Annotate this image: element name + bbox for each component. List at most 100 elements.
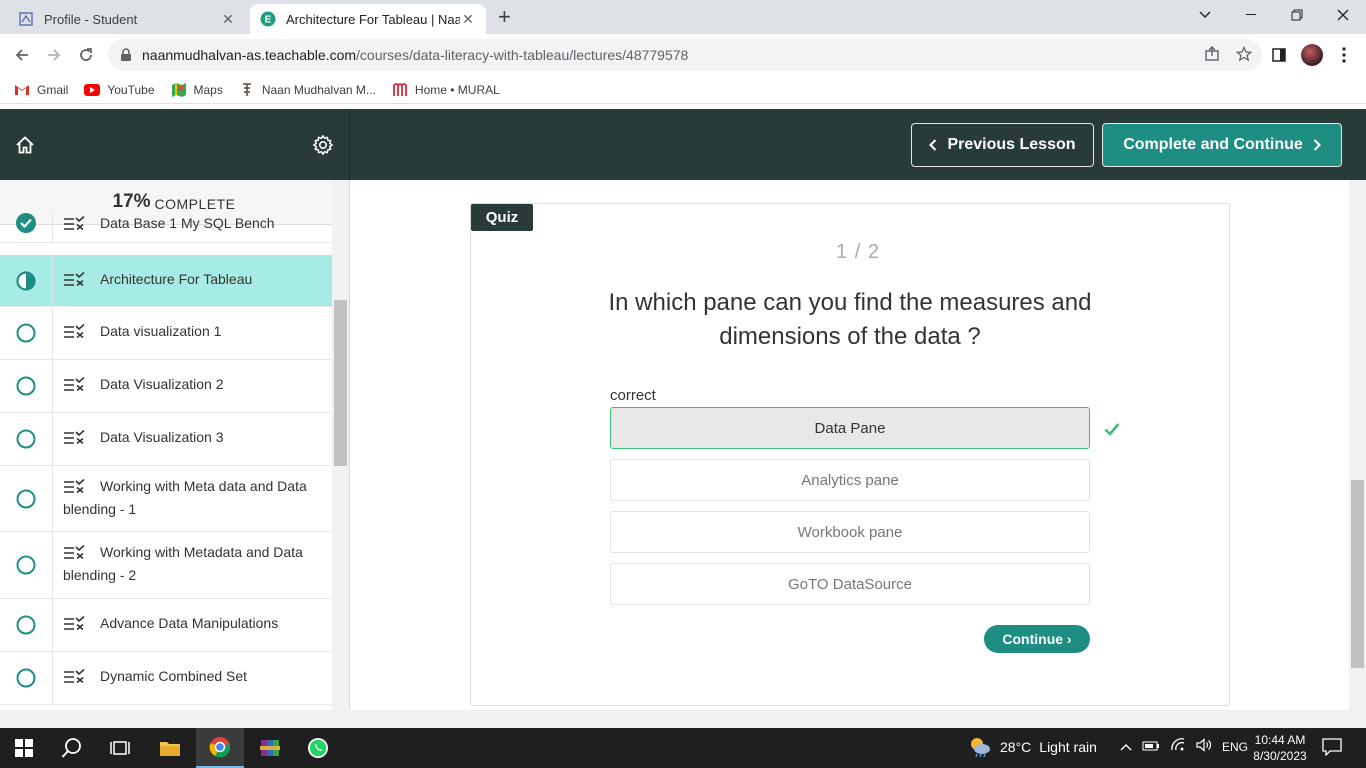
previous-lesson-button[interactable]: Previous Lesson: [911, 123, 1094, 167]
bookmark-youtube[interactable]: YouTube: [84, 82, 155, 98]
whatsapp-icon[interactable]: [294, 728, 342, 768]
forward-button[interactable]: [41, 42, 67, 68]
close-tab-icon[interactable]: ✕: [220, 11, 236, 28]
lesson-item-dynamic-combined-set[interactable]: Dynamic Combined Set: [0, 652, 332, 705]
weather-widget[interactable]: 28°C Light rain: [968, 736, 1097, 758]
bookmark-naan-mudhalvan[interactable]: Naan Mudhalvan M...: [239, 82, 376, 98]
file-explorer-icon[interactable]: [146, 728, 194, 768]
answer-feedback: correct: [610, 387, 656, 404]
taskbar-clock[interactable]: 10:44 AM 8/30/2023: [1248, 732, 1312, 764]
temperature: 28°C: [1000, 739, 1032, 755]
bookmark-star-icon[interactable]: [1235, 45, 1253, 67]
menu-kebab-icon[interactable]: [1331, 42, 1357, 68]
windows-start-icon[interactable]: [0, 728, 48, 768]
minimize-button[interactable]: [1228, 0, 1274, 30]
sidebar-scrollbar-thumb[interactable]: [334, 300, 347, 466]
quiz-icon: [64, 324, 85, 338]
lesson-item-data-visualization-3[interactable]: Data Visualization 3: [0, 413, 332, 466]
bookmark-label: YouTube: [107, 82, 155, 97]
tab-title: Architecture For Tableau | NaanMudhalvan: [286, 11, 460, 27]
back-button[interactable]: [9, 42, 35, 68]
lesson-item-advance-data-manipulations[interactable]: Advance Data Manipulations: [0, 599, 332, 652]
bookmark-label: Gmail: [37, 82, 69, 97]
close-window-button[interactable]: [1320, 0, 1366, 30]
lesson-item-data-base-1[interactable]: Data Base 1 My SQL Bench: [0, 213, 332, 243]
not-started-circle-icon: [16, 489, 36, 509]
in-progress-half-circle-icon: [16, 271, 36, 291]
quiz-icon: [64, 216, 85, 230]
clock-date: 8/30/2023: [1253, 749, 1307, 763]
question-counter: 1 / 2: [836, 241, 880, 263]
not-started-circle-icon: [16, 668, 36, 688]
previous-lesson-label: Previous Lesson: [947, 136, 1076, 153]
share-icon[interactable]: [1204, 46, 1220, 67]
lesson-title: Data Base 1 My SQL Bench: [100, 215, 275, 231]
question-text: In which pane can you find the measures …: [608, 289, 1092, 350]
search-icon[interactable]: [48, 728, 96, 768]
complete-and-continue-button[interactable]: Complete and Continue: [1102, 123, 1342, 167]
complete-and-continue-label: Complete and Continue: [1123, 136, 1303, 153]
lesson-item-data-visualization-2[interactable]: Data Visualization 2: [0, 360, 332, 413]
horizontal-scrollbar[interactable]: [0, 710, 1366, 728]
bookmark-label: Maps: [193, 82, 223, 97]
wifi-icon[interactable]: [1170, 738, 1186, 755]
gear-icon[interactable]: [312, 134, 334, 156]
clock-time: 10:44 AM: [1254, 733, 1306, 747]
browser-toolbar: naanmudhalvan-as.teachable.com/courses/d…: [0, 34, 1366, 76]
quiz-card: [470, 203, 1230, 706]
completed-check-icon: [16, 213, 36, 233]
browser-tab-strip: Profile - Student ✕ E Architecture For T…: [0, 0, 1366, 34]
bookmark-gmail[interactable]: Gmail: [14, 82, 68, 98]
bookmark-maps[interactable]: Maps: [171, 82, 223, 98]
close-tab-icon[interactable]: ✕: [460, 11, 476, 28]
profile-favicon-icon: [18, 11, 34, 27]
bookmark-mural[interactable]: Home • MURAL: [392, 82, 500, 98]
chrome-icon[interactable]: [196, 728, 244, 768]
not-started-circle-icon: [16, 323, 36, 343]
progress-label: complete: [154, 195, 236, 212]
lesson-title: Working with Meta data and Data blending…: [63, 478, 307, 517]
task-view-icon[interactable]: [96, 728, 144, 768]
tab-search-icon[interactable]: [1182, 0, 1228, 30]
new-tab-button[interactable]: +: [498, 6, 511, 28]
answer-option-workbook-pane[interactable]: Workbook pane: [610, 511, 1090, 553]
winrar-icon[interactable]: [246, 728, 294, 768]
lesson-title: Data Visualization 3: [100, 429, 224, 445]
lecture-header: Previous Lesson Complete and Continue: [350, 109, 1366, 180]
lesson-item-metadata-blending-2[interactable]: Working with Metadata and Data blending …: [0, 532, 332, 599]
bookmark-label: Home • MURAL: [414, 82, 500, 97]
volume-icon[interactable]: [1196, 738, 1212, 755]
progress-percent: 17%: [112, 191, 151, 212]
lesson-title: Data Visualization 2: [100, 376, 224, 392]
home-icon[interactable]: [14, 134, 36, 156]
tab-title: Profile - Student: [44, 11, 138, 27]
restore-button[interactable]: [1274, 0, 1320, 30]
quiz-continue-button[interactable]: Continue ›: [984, 625, 1090, 653]
not-started-circle-icon: [16, 376, 36, 396]
address-bar[interactable]: naanmudhalvan-as.teachable.com/courses/d…: [108, 39, 1262, 71]
tab-profile-student[interactable]: Profile - Student ✕: [8, 4, 246, 34]
battery-icon[interactable]: [1142, 740, 1160, 754]
quiz-icon: [64, 545, 85, 559]
reload-button[interactable]: [73, 42, 99, 68]
tab-architecture-for-tableau[interactable]: E Architecture For Tableau | NaanMudhalv…: [250, 4, 486, 34]
input-language[interactable]: ENG: [1222, 740, 1248, 754]
answer-label: GoTO DataSource: [788, 575, 912, 593]
side-panel-icon[interactable]: [1266, 42, 1292, 68]
sidebar-header: [0, 109, 350, 180]
quiz-icon: [64, 377, 85, 391]
answer-option-analytics-pane[interactable]: Analytics pane: [610, 459, 1090, 501]
profile-avatar[interactable]: [1299, 42, 1325, 68]
notification-icon[interactable]: [1322, 738, 1344, 758]
weather-rain-cloud-icon: [971, 738, 990, 758]
chevron-left-icon: [929, 139, 937, 151]
windows-taskbar: 28°C Light rain ENG 10:44 AM 8/30/2023: [0, 728, 1366, 768]
lesson-item-architecture-for-tableau[interactable]: Architecture For Tableau: [0, 255, 332, 307]
main-scrollbar-thumb[interactable]: [1351, 480, 1364, 668]
answer-option-goto-datasource[interactable]: GoTO DataSource: [610, 563, 1090, 605]
lesson-item-meta-data-blending-1[interactable]: Working with Meta data and Data blending…: [0, 466, 332, 532]
answer-option-data-pane[interactable]: Data Pane: [610, 407, 1090, 449]
chevron-up-icon[interactable]: [1120, 740, 1132, 754]
lesson-item-data-visualization-1[interactable]: Data visualization 1: [0, 307, 332, 360]
teachable-favicon-icon: E: [260, 11, 276, 27]
